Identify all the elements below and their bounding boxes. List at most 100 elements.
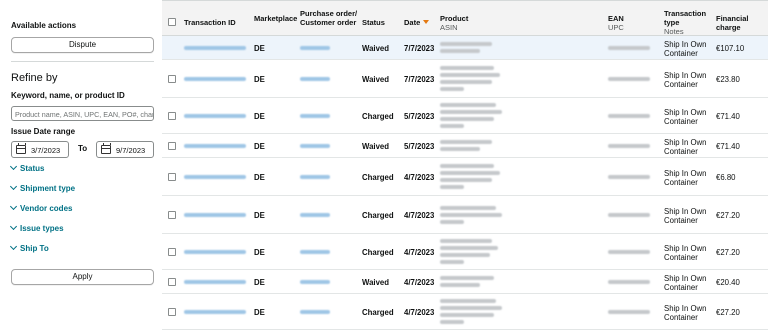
divider [11,61,154,62]
shipment-type-filter-toggle[interactable]: Shipment type [9,182,76,193]
row-checkbox[interactable] [168,142,176,150]
table-row[interactable]: DE Charged 4/7/2023 Ship In Own Container… [162,158,768,196]
table-row[interactable]: DE Charged 4/7/2023 Ship In Own Container… [162,234,768,270]
table-row[interactable]: DE Charged 4/7/2023 Ship In Own Container… [162,294,768,330]
transaction-id-link[interactable] [184,250,246,254]
filter-label: Shipment type [20,184,76,193]
product-title-text [440,66,494,70]
status-cell: Waived [362,44,390,53]
status-filter-toggle[interactable]: Status [9,162,44,173]
dispute-button[interactable]: Dispute [11,37,154,53]
transaction-id-link[interactable] [184,310,246,314]
table-row[interactable]: DE Waived 7/7/2023 Ship In Own Container … [162,36,768,60]
date-cell: 4/7/2023 [404,173,435,182]
header-marketplace[interactable]: Marketplace [254,14,297,23]
sort-descending-icon[interactable] [423,20,430,24]
product-title-text [440,320,464,324]
refine-by-heading: Refine by [11,72,58,84]
header-financial-charge[interactable]: Financial charge [716,14,762,32]
purchase-order-link[interactable] [300,250,330,254]
purchase-order-link[interactable] [300,144,330,148]
row-checkbox[interactable] [168,278,176,286]
table-row[interactable]: DE Waived 5/7/2023 Ship In Own Container … [162,134,768,158]
ean-value [608,144,650,148]
row-checkbox[interactable] [168,248,176,256]
ean-value [608,280,650,284]
filter-label: Issue types [20,224,64,233]
product-title-text [440,283,480,287]
header-asin-label: ASIN [440,23,458,32]
date-from-input[interactable]: 3/7/2023 [11,141,69,158]
purchase-order-link[interactable] [300,213,330,217]
header-date[interactable]: Date [404,18,430,27]
date-cell: 4/7/2023 [404,211,435,220]
transaction-id-link[interactable] [184,213,246,217]
transaction-id-link[interactable] [184,114,246,118]
transaction-type-line: Container [664,216,698,225]
keyword-search-input[interactable]: Product name, ASIN, UPC, EAN, PO#, char [11,106,154,121]
transaction-type-cell: Ship In Own Container [664,40,706,58]
vendor-codes-filter-toggle[interactable]: Vendor codes [9,202,72,213]
ship-to-filter-toggle[interactable]: Ship To [9,242,49,253]
calendar-icon[interactable] [101,143,111,154]
header-status[interactable]: Status [362,18,385,27]
row-checkbox[interactable] [168,308,176,316]
product-title-text [440,276,494,280]
purchase-order-link[interactable] [300,46,330,50]
product-title-text [440,178,492,182]
transaction-id-link[interactable] [184,46,246,50]
header-purchase-order[interactable]: Purchase order/ Customer order [300,9,358,27]
purchase-order-link[interactable] [300,280,330,284]
ean-value [608,175,650,179]
issue-types-filter-toggle[interactable]: Issue types [9,222,64,233]
transaction-type-cell: Ship In Own Container [664,207,706,225]
chevron-down-icon [9,182,18,191]
table-row[interactable]: DE Waived 7/7/2023 Ship In Own Container … [162,60,768,98]
transaction-type-line: Container [664,147,698,156]
product-title-text [440,147,480,151]
ean-value [608,46,650,50]
calendar-icon[interactable] [16,143,26,154]
transaction-id-link[interactable] [184,144,246,148]
row-checkbox[interactable] [168,211,176,219]
header-product[interactable]: Product ASIN [440,14,468,32]
status-cell: Waived [362,142,390,151]
table-row[interactable]: DE Charged 4/7/2023 Ship In Own Container… [162,196,768,234]
row-checkbox[interactable] [168,112,176,120]
header-transaction-type[interactable]: Transaction type Notes [664,9,708,36]
transaction-id-link[interactable] [184,280,246,284]
product-title-text [440,239,492,243]
financial-charge-cell: €27.20 [716,248,740,257]
filter-label: Ship To [20,244,49,253]
header-ean[interactable]: EAN UPC [608,14,624,32]
table-row[interactable]: DE Charged 5/7/2023 Ship In Own Container… [162,98,768,134]
product-title-text [440,164,494,168]
select-all-checkbox[interactable] [168,18,176,26]
purchase-order-link[interactable] [300,175,330,179]
product-title-text [440,313,494,317]
chevron-down-icon [9,162,18,171]
header-date-label: Date [404,18,421,27]
row-checkbox[interactable] [168,75,176,83]
purchase-order-link[interactable] [300,77,330,81]
table-row[interactable]: DE Waived 4/7/2023 Ship In Own Container … [162,270,768,294]
row-checkbox[interactable] [168,173,176,181]
transaction-type-line: Container [664,178,698,187]
purchase-order-link[interactable] [300,310,330,314]
product-title-text [440,253,490,257]
transaction-type-line: Ship In Own [664,108,707,117]
header-product-label: Product [440,14,469,23]
transaction-id-link[interactable] [184,175,246,179]
transactions-table: Transaction ID Marketplace Purchase orde… [162,0,768,330]
purchase-order-link[interactable] [300,114,330,118]
product-title-text [440,73,500,77]
apply-button[interactable]: Apply [11,269,154,285]
transaction-type-cell: Ship In Own Container [664,274,706,292]
product-title-text [440,299,496,303]
date-cell: 4/7/2023 [404,278,435,287]
product-title-text [440,220,464,224]
date-to-input[interactable]: 9/7/2023 [96,141,154,158]
financial-charge-cell: €23.80 [716,75,740,84]
transaction-id-link[interactable] [184,77,246,81]
header-transaction-id[interactable]: Transaction ID [184,18,236,27]
